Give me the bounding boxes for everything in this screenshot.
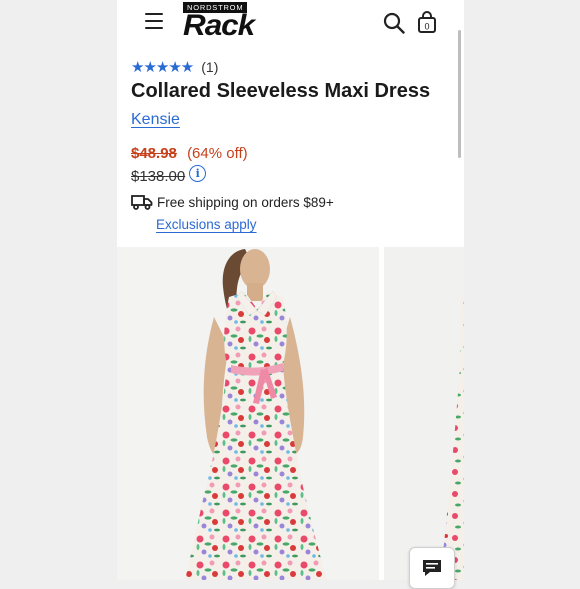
product-photo-main[interactable]: [117, 247, 379, 580]
chat-button[interactable]: [409, 547, 455, 589]
review-count[interactable]: (1): [201, 59, 218, 75]
product-title: Collared Sleeveless Maxi Dress: [131, 80, 431, 102]
shipping-info: Free shipping on orders $89+: [131, 193, 334, 211]
original-price-row: $138.00 i: [131, 165, 207, 185]
svg-text:0: 0: [424, 22, 429, 32]
price-row: $48.98 (64% off): [131, 145, 248, 162]
truck-icon: [131, 195, 153, 210]
product-photo-next[interactable]: [384, 247, 464, 580]
exclusions-link[interactable]: Exclusions apply: [156, 217, 257, 232]
product-image-gallery[interactable]: [117, 247, 464, 580]
menu-icon[interactable]: [145, 13, 163, 29]
top-navigation-bar: NORDSTROM Rack 0: [117, 0, 464, 48]
search-icon[interactable]: [383, 12, 405, 34]
dress-model-image: [185, 249, 327, 580]
original-price: $138.00: [131, 168, 186, 185]
scrollbar[interactable]: [458, 30, 461, 158]
chat-icon: [423, 560, 441, 576]
sale-price: $48.98: [131, 145, 177, 162]
logo-rack-text: Rack: [183, 9, 255, 42]
star-rating-icon: ★★★★★: [131, 59, 194, 76]
brand-link[interactable]: Kensie: [131, 111, 180, 129]
discount-percent: (64% off): [187, 145, 248, 162]
dress-model-image-partial: [440, 297, 464, 580]
nordstrom-rack-logo[interactable]: NORDSTROM Rack: [183, 2, 289, 42]
bag-icon[interactable]: 0: [417, 10, 437, 34]
shipping-text: Free shipping on orders $89+: [157, 194, 334, 210]
rating-summary[interactable]: ★★★★★ (1): [131, 58, 218, 76]
info-icon[interactable]: i: [189, 165, 207, 182]
